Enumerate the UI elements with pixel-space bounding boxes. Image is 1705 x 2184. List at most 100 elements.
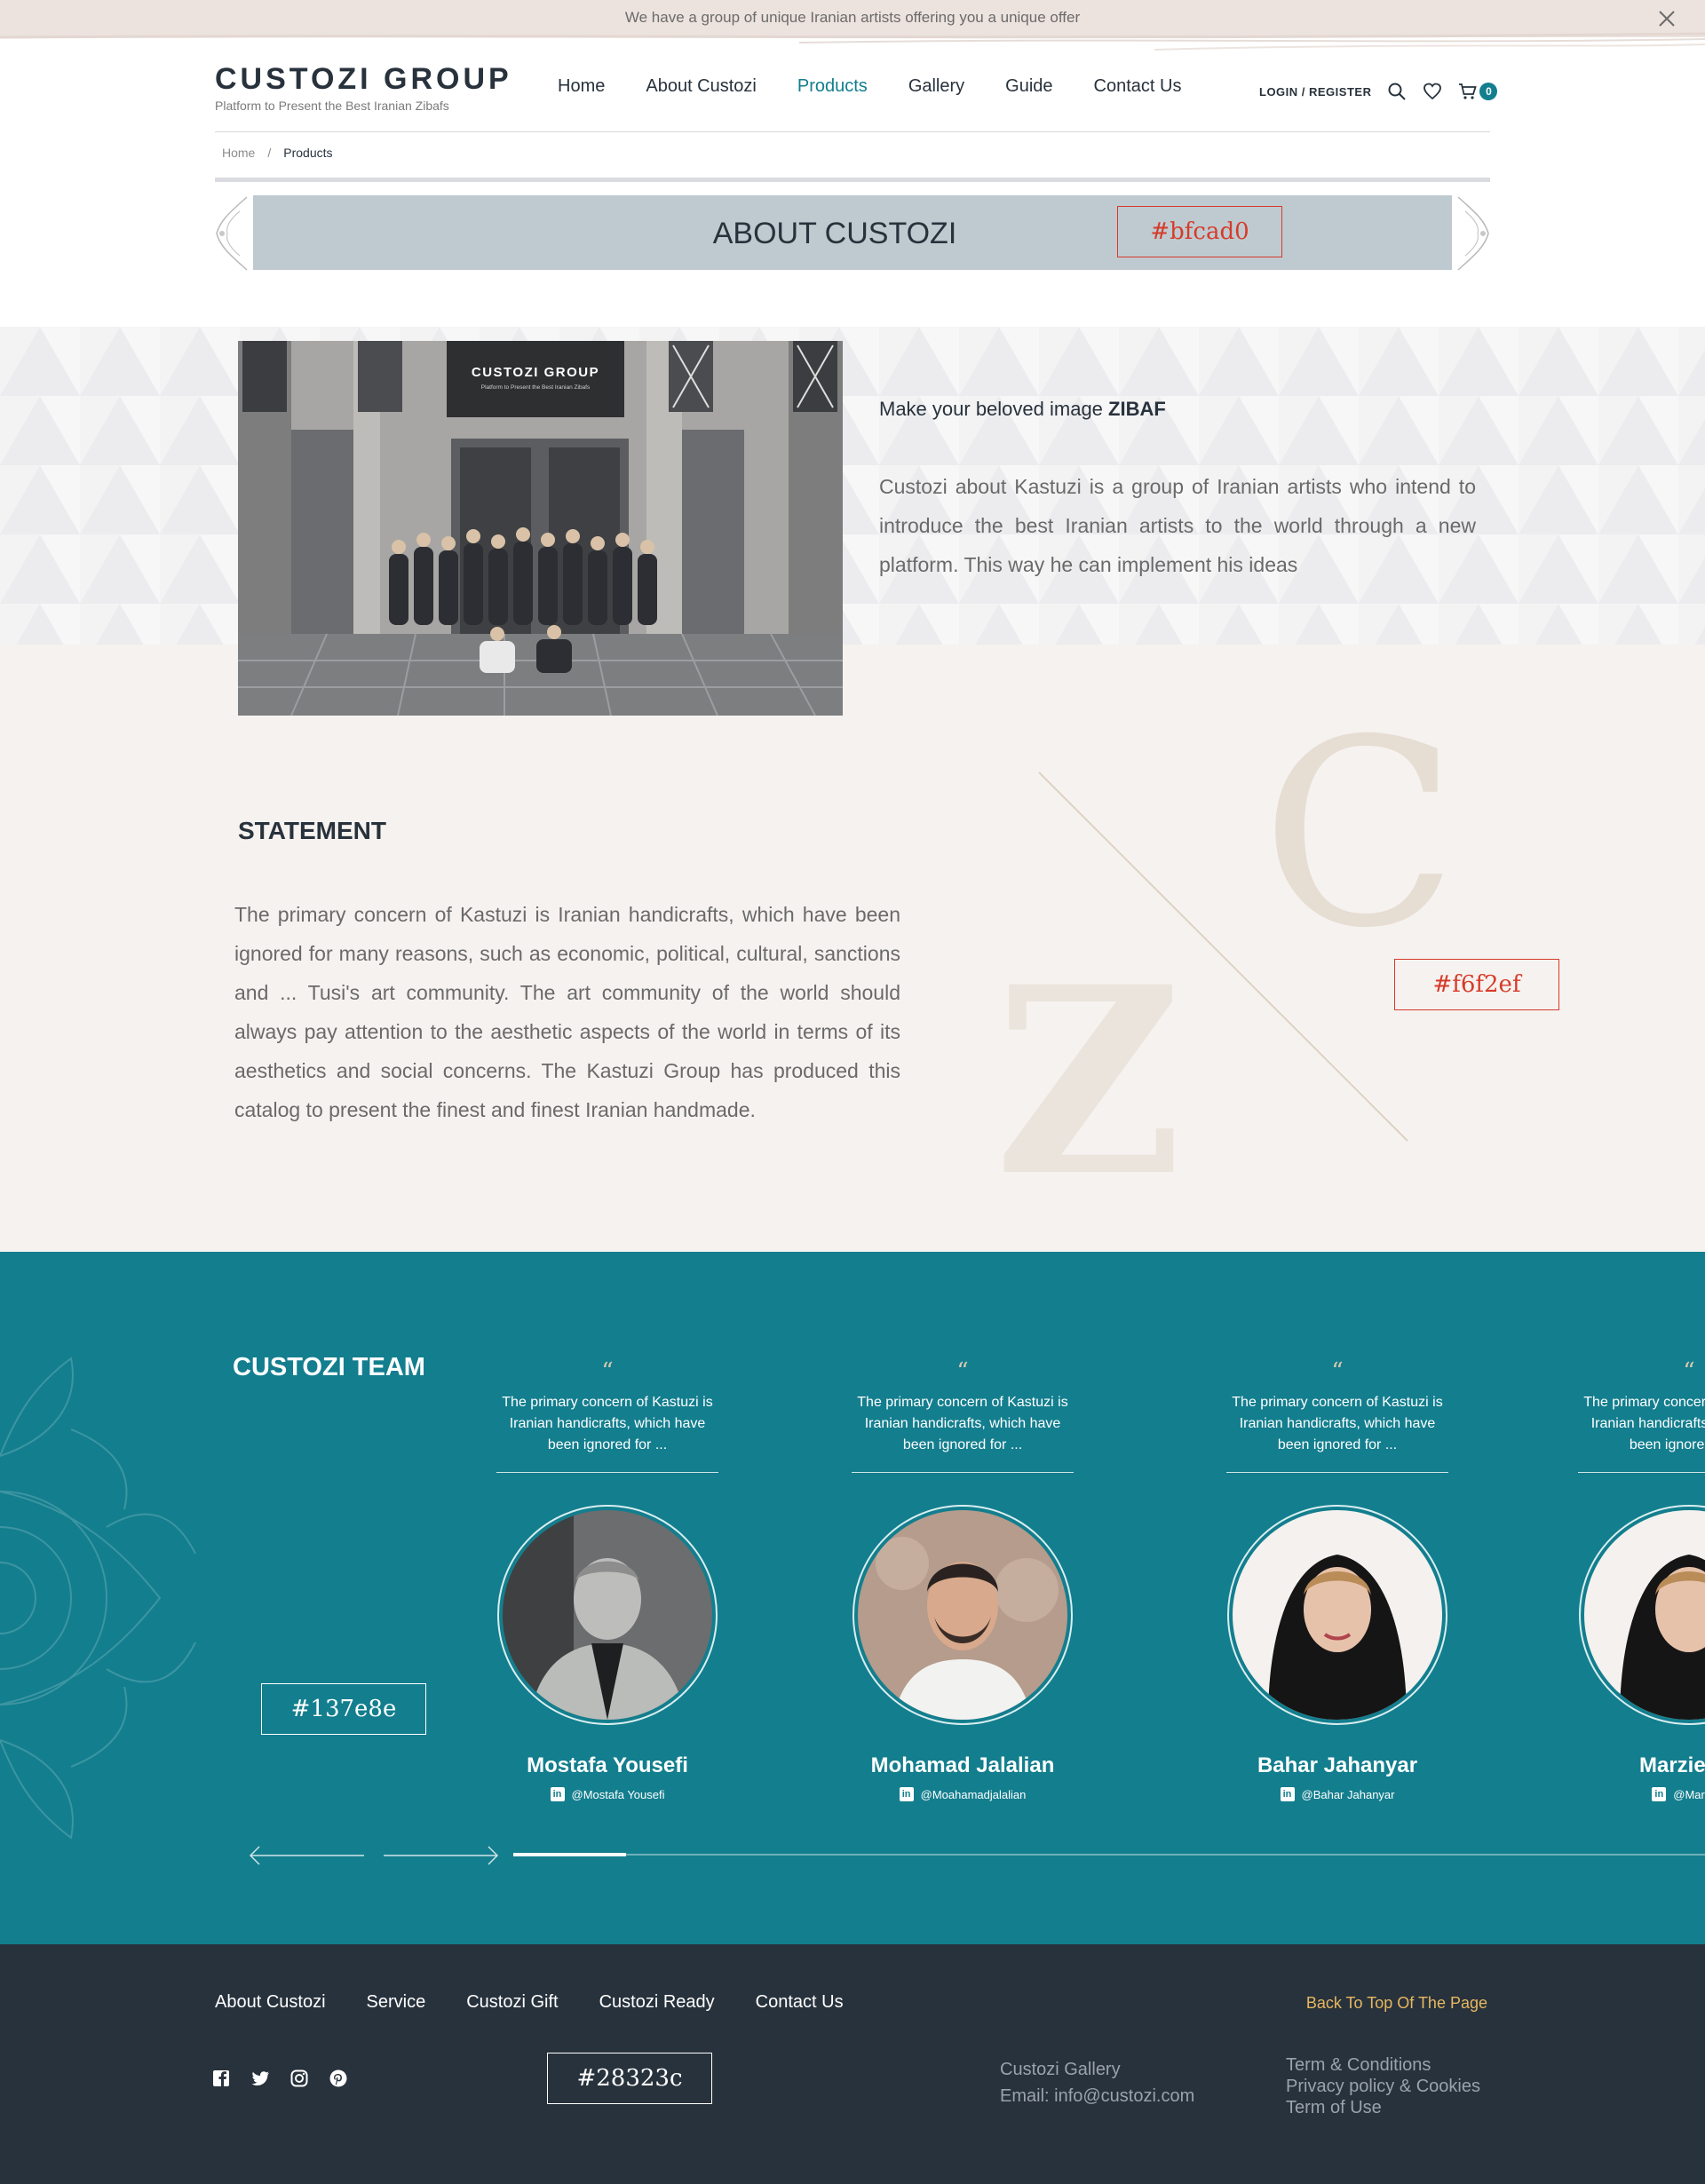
avatar bbox=[497, 1505, 718, 1725]
card-divider bbox=[1578, 1472, 1705, 1473]
quote-mark: “ bbox=[956, 1358, 969, 1385]
announcement-text: We have a group of unique Iranian artist… bbox=[624, 9, 1081, 26]
quote-mark: “ bbox=[1683, 1358, 1695, 1385]
team-quote: The primary concern of Kastuzi is Irania… bbox=[857, 1395, 1068, 1452]
linkedin-link[interactable]: in @Mostafa Yousefi bbox=[492, 1787, 723, 1801]
intro-heading: Make your beloved image ZIBAF bbox=[879, 398, 1166, 421]
cart-icon bbox=[1459, 83, 1478, 99]
team-group-photo: CUSTOZI GROUP Platform to Present the Be… bbox=[238, 341, 843, 716]
team-quote: The primary concern of Kastuzi is Irania… bbox=[1583, 1395, 1705, 1452]
breadcrumb-current: Products bbox=[283, 146, 333, 160]
linkedin-link[interactable]: in @Bahar Jahanyar bbox=[1222, 1787, 1453, 1801]
card-divider bbox=[852, 1472, 1074, 1473]
footer: About Custozi Service Custozi Gift Custo… bbox=[0, 1944, 1705, 2184]
breadcrumb-divider bbox=[215, 178, 1490, 182]
heart-icon[interactable] bbox=[1423, 82, 1442, 101]
nav-item-about[interactable]: About Custozi bbox=[646, 76, 757, 97]
cart-button[interactable]: 0 bbox=[1458, 82, 1498, 101]
floral-ornament-icon bbox=[0, 1357, 196, 1840]
facebook-icon[interactable] bbox=[211, 2069, 231, 2088]
team-member-name: Bahar Jahanyar bbox=[1257, 1753, 1418, 1777]
twitter-icon[interactable] bbox=[250, 2069, 270, 2088]
statement-text: The primary concern of Kastuzi is Irania… bbox=[234, 903, 900, 1121]
color-swatch-label: #137e8e bbox=[261, 1683, 426, 1735]
slider-progress-fill bbox=[513, 1853, 627, 1856]
ornament-right-icon bbox=[1457, 196, 1489, 271]
search-icon[interactable] bbox=[1387, 82, 1407, 101]
footer-nav: About Custozi Service Custozi Gift Custo… bbox=[215, 1992, 844, 2013]
footer-link-terms[interactable]: Term & Conditions bbox=[1286, 2054, 1480, 2076]
slider-progress-bar[interactable] bbox=[513, 1853, 1705, 1856]
photo-sign-subtitle: Platform to Present the Best Iranian Zib… bbox=[481, 384, 591, 391]
main-nav: Home About Custozi Products Gallery Guid… bbox=[558, 76, 1181, 97]
slider-prev-arrow-icon[interactable] bbox=[249, 1845, 366, 1866]
instagram-icon[interactable] bbox=[289, 2069, 309, 2088]
ornament-left-icon bbox=[216, 196, 248, 271]
nav-item-contact[interactable]: Contact Us bbox=[1094, 76, 1182, 97]
avatar bbox=[1579, 1505, 1705, 1725]
intro-description: Custozi about Kastuzi is a group of Iran… bbox=[879, 475, 1476, 576]
team-member-name: Marzieh S bbox=[1638, 1753, 1705, 1777]
footer-link-ready[interactable]: Custozi Ready bbox=[599, 1992, 715, 2013]
footer-legal: Term & Conditions Privacy policy & Cooki… bbox=[1286, 2054, 1480, 2118]
cart-count-badge: 0 bbox=[1479, 83, 1498, 100]
header-tools: LOGIN / REGISTER 0 bbox=[1259, 82, 1498, 101]
card-divider bbox=[1226, 1472, 1448, 1473]
team-card: “ The primary concern of Kastuzi is Iran… bbox=[847, 1358, 1078, 1801]
team-card: “ The primary concern of Kastuzi is Iran… bbox=[1222, 1358, 1453, 1801]
linkedin-icon: in bbox=[550, 1787, 565, 1801]
statement-title: STATEMENT bbox=[238, 817, 386, 844]
back-to-top-link[interactable]: Back To Top Of The Page bbox=[1306, 1994, 1487, 2013]
linkedin-handle: @Moahamadjalalian bbox=[920, 1787, 1027, 1801]
avatar bbox=[852, 1505, 1073, 1725]
linkedin-handle: @Marzieh bbox=[1673, 1787, 1705, 1801]
team-card: “ The primary concern of Kastuzi is Iran… bbox=[492, 1358, 723, 1801]
footer-link-contact[interactable]: Contact Us bbox=[756, 1992, 844, 2013]
team-quote: The primary concern of Kastuzi is Irania… bbox=[1232, 1395, 1443, 1452]
login-register-link[interactable]: LOGIN / REGISTER bbox=[1259, 85, 1371, 99]
header-divider bbox=[215, 131, 1490, 132]
footer-link-service[interactable]: Service bbox=[367, 1992, 426, 2013]
team-member-name: Mostafa Yousefi bbox=[527, 1753, 688, 1777]
pinterest-icon[interactable] bbox=[329, 2069, 348, 2088]
quote-mark: “ bbox=[601, 1358, 614, 1385]
avatar bbox=[1227, 1505, 1447, 1725]
footer-email[interactable]: Email: info@custozi.com bbox=[1000, 2083, 1194, 2109]
nav-item-guide[interactable]: Guide bbox=[1005, 76, 1052, 97]
footer-link-gift[interactable]: Custozi Gift bbox=[466, 1992, 558, 2013]
intro-heading-strong: ZIBAF bbox=[1108, 398, 1166, 420]
team-quote: The primary concern of Kastuzi is Irania… bbox=[502, 1395, 713, 1452]
nav-item-home[interactable]: Home bbox=[558, 76, 605, 97]
footer-link-about[interactable]: About Custozi bbox=[215, 1992, 326, 2013]
footer-contact: Custozi Gallery Email: info@custozi.com bbox=[1000, 2056, 1194, 2109]
team-title: CUSTOZI TEAM bbox=[233, 1353, 425, 1381]
linkedin-icon: in bbox=[1652, 1787, 1667, 1801]
linkedin-link[interactable]: in @Marzieh bbox=[1574, 1787, 1705, 1801]
slider-next-arrow-icon[interactable] bbox=[382, 1845, 499, 1866]
brand-logo[interactable]: CUSTOZI GROUP Platform to Present the Be… bbox=[215, 62, 512, 113]
brand-title: CUSTOZI GROUP bbox=[215, 62, 512, 96]
linkedin-link[interactable]: in @Moahamadjalalian bbox=[847, 1787, 1078, 1801]
photo-sign-title: CUSTOZI GROUP bbox=[472, 365, 599, 380]
card-divider bbox=[496, 1472, 718, 1473]
cz-monogram-art: C Z bbox=[1003, 692, 1458, 1190]
monogram-letter-z: Z bbox=[1003, 931, 1183, 1190]
linkedin-handle: @Mostafa Yousefi bbox=[571, 1787, 665, 1801]
brand-subtitle: Platform to Present the Best Iranian Zib… bbox=[215, 99, 449, 113]
breadcrumb-home[interactable]: Home bbox=[222, 146, 255, 160]
footer-gallery-name: Custozi Gallery bbox=[1000, 2060, 1121, 2079]
color-swatch-label: #28323c bbox=[547, 2053, 712, 2104]
team-member-name: Mohamad Jalalian bbox=[870, 1753, 1055, 1777]
monogram-letter-c: C bbox=[1261, 692, 1458, 985]
linkedin-icon: in bbox=[899, 1787, 914, 1801]
footer-link-term-of-use[interactable]: Term of Use bbox=[1286, 2097, 1480, 2118]
wave-divider bbox=[0, 32, 1705, 51]
color-swatch-label: #f6f2ef bbox=[1394, 959, 1559, 1010]
close-icon[interactable] bbox=[1653, 5, 1680, 32]
nav-item-products[interactable]: Products bbox=[797, 76, 868, 97]
breadcrumb: Home / Products bbox=[222, 146, 333, 160]
linkedin-icon: in bbox=[1280, 1787, 1295, 1801]
quote-mark: “ bbox=[1331, 1358, 1344, 1385]
nav-item-gallery[interactable]: Gallery bbox=[908, 76, 964, 97]
footer-link-privacy[interactable]: Privacy policy & Cookies bbox=[1286, 2076, 1480, 2097]
